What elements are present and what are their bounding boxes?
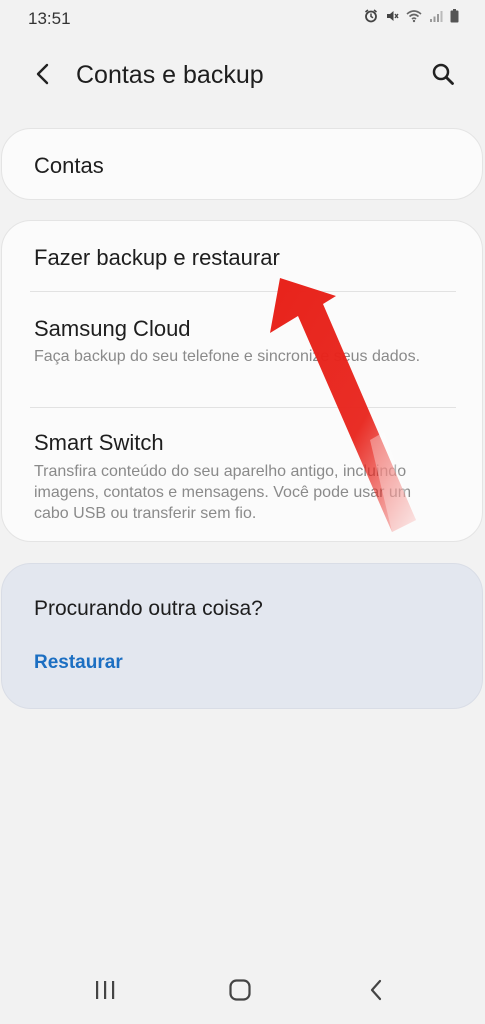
- wifi-icon: [406, 9, 422, 23]
- smart-switch-description: Transfira conteúdo do seu aparelho antig…: [34, 463, 412, 522]
- mute-icon: [385, 9, 399, 23]
- back-arrow-icon: [35, 63, 49, 90]
- app-bar: Contas e backup: [0, 50, 485, 102]
- smart-switch-label: Smart Switch: [34, 430, 164, 455]
- search-button[interactable]: [425, 58, 461, 94]
- list-item-smart-switch[interactable]: Smart Switch Transfira conteúdo do seu a…: [2, 408, 482, 542]
- status-time: 13:51: [28, 9, 71, 28]
- nav-back-icon: [369, 979, 383, 1006]
- backup-restore-label: Fazer backup e restaurar: [34, 245, 280, 270]
- alarm-icon: [364, 9, 378, 23]
- restore-link[interactable]: Restaurar: [34, 652, 123, 674]
- backup-card: Fazer backup e restaurar Samsung Cloud F…: [1, 220, 483, 542]
- samsung-cloud-description: Faça backup do seu telefone e sincronize…: [34, 348, 421, 365]
- home-button[interactable]: [220, 977, 260, 1007]
- home-icon: [228, 978, 252, 1007]
- accounts-card[interactable]: Contas: [1, 128, 483, 200]
- recent-apps-icon: [94, 980, 116, 1005]
- recent-apps-button[interactable]: [85, 977, 125, 1007]
- list-item-samsung-cloud[interactable]: Samsung Cloud Faça backup do seu telefon…: [2, 292, 482, 406]
- navigation-bar: [0, 965, 485, 1024]
- search-icon: [431, 62, 455, 91]
- help-card: Procurando outra coisa? Restaurar: [1, 563, 483, 709]
- status-bar: 13:51: [0, 0, 485, 38]
- samsung-cloud-label: Samsung Cloud: [34, 316, 191, 341]
- page-title: Contas e backup: [76, 61, 264, 89]
- back-button[interactable]: [24, 58, 60, 94]
- nav-back-button[interactable]: [356, 977, 396, 1007]
- battery-icon: [450, 9, 459, 23]
- signal-icon: [429, 9, 443, 23]
- status-icons: [364, 9, 459, 23]
- help-title: Procurando outra coisa?: [34, 597, 263, 620]
- list-item-backup-restore[interactable]: Fazer backup e restaurar: [2, 221, 482, 291]
- accounts-item-label: Contas: [34, 153, 104, 178]
